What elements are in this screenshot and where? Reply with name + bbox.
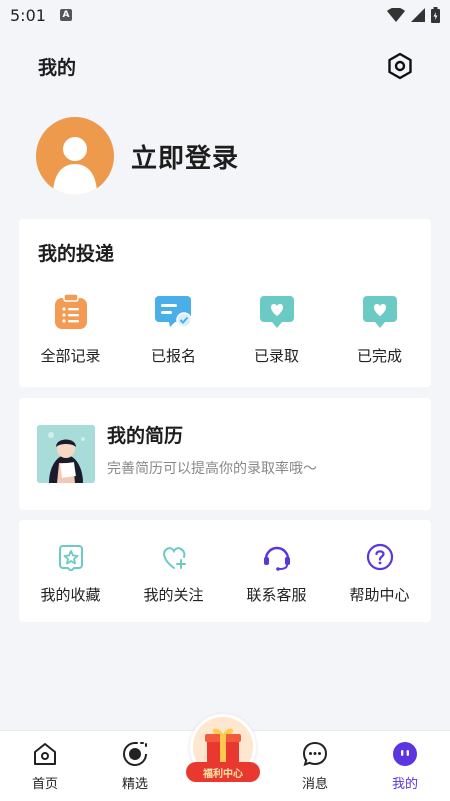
- login-profile[interactable]: 立即登录: [36, 117, 239, 195]
- delivery-card: 我的投递 全部记录 已报名 已录取 已完成: [19, 219, 431, 387]
- chat-check-icon: [154, 293, 193, 331]
- headset-icon: [262, 542, 292, 572]
- status-icons: [387, 7, 440, 23]
- tab-label: 我的: [391, 777, 418, 792]
- tab-mine[interactable]: 我的: [360, 731, 450, 801]
- delivery-grid: 全部记录 已报名 已录取 已完成: [19, 293, 431, 366]
- service-label: 我的收藏: [40, 586, 101, 604]
- resume-title: 我的简历: [107, 425, 184, 447]
- delivery-completed[interactable]: 已完成: [328, 293, 431, 366]
- service-label: 联系客服: [246, 586, 307, 604]
- wifi-icon: [387, 8, 405, 22]
- delivery-label: 全部记录: [40, 347, 101, 365]
- welfare-label: 福利中心: [186, 762, 260, 782]
- signal-icon: [411, 8, 425, 22]
- delivery-label: 已录取: [253, 347, 299, 365]
- services-grid: 我的收藏 我的关注 联系客服 帮助中心: [19, 542, 431, 605]
- tab-messages[interactable]: 消息: [270, 731, 360, 801]
- smiley-icon: [393, 742, 417, 766]
- heart-plus-icon: [159, 542, 189, 572]
- tab-label: 首页: [31, 777, 58, 792]
- chat-bubble-icon: [302, 741, 328, 767]
- service-following[interactable]: 我的关注: [122, 542, 225, 605]
- chat-heart-icon: [361, 293, 399, 331]
- notification-badge-icon: A: [59, 9, 72, 21]
- welfare-center-button[interactable]: 福利中心: [186, 712, 262, 792]
- tab-label: 消息: [301, 777, 328, 792]
- home-icon: [34, 743, 56, 765]
- service-favorites[interactable]: 我的收藏: [19, 542, 122, 605]
- resume-illustration: [37, 425, 95, 483]
- status-time: 5:01: [10, 5, 46, 25]
- status-bar: 5:01 A: [0, 0, 450, 30]
- clipboard-list-icon: [52, 293, 90, 331]
- service-contact-support[interactable]: 联系客服: [225, 542, 328, 605]
- page-header: 我的: [38, 48, 414, 84]
- question-circle-icon: [365, 542, 395, 572]
- eye-icon: [123, 742, 147, 766]
- service-label: 帮助中心: [349, 586, 410, 604]
- star-pocket-icon: [56, 542, 86, 572]
- tab-home[interactable]: 首页: [0, 731, 90, 801]
- avatar[interactable]: [36, 117, 114, 195]
- service-label: 我的关注: [143, 586, 204, 604]
- resume-card[interactable]: 我的简历 完善简历可以提高你的录取率哦～: [19, 398, 431, 510]
- service-help-center[interactable]: 帮助中心: [328, 542, 431, 605]
- delivery-label: 已完成: [356, 347, 402, 365]
- tab-featured[interactable]: 精选: [90, 731, 180, 801]
- chat-heart-icon: [258, 293, 296, 331]
- page-title: 我的: [38, 56, 77, 79]
- settings-hexagon-icon[interactable]: [386, 52, 414, 80]
- login-button[interactable]: 立即登录: [131, 138, 239, 175]
- delivery-all-records[interactable]: 全部记录: [19, 293, 122, 366]
- battery-icon: [431, 7, 440, 23]
- services-card: 我的收藏 我的关注 联系客服 帮助中心: [19, 520, 431, 622]
- delivery-admitted[interactable]: 已录取: [225, 293, 328, 366]
- resume-subtitle: 完善简历可以提高你的录取率哦～: [107, 461, 317, 477]
- user-silhouette-icon: [53, 137, 97, 195]
- delivery-label: 已报名: [150, 347, 196, 365]
- tab-label: 精选: [121, 777, 148, 792]
- delivery-registered[interactable]: 已报名: [122, 293, 225, 366]
- delivery-title: 我的投递: [38, 243, 115, 265]
